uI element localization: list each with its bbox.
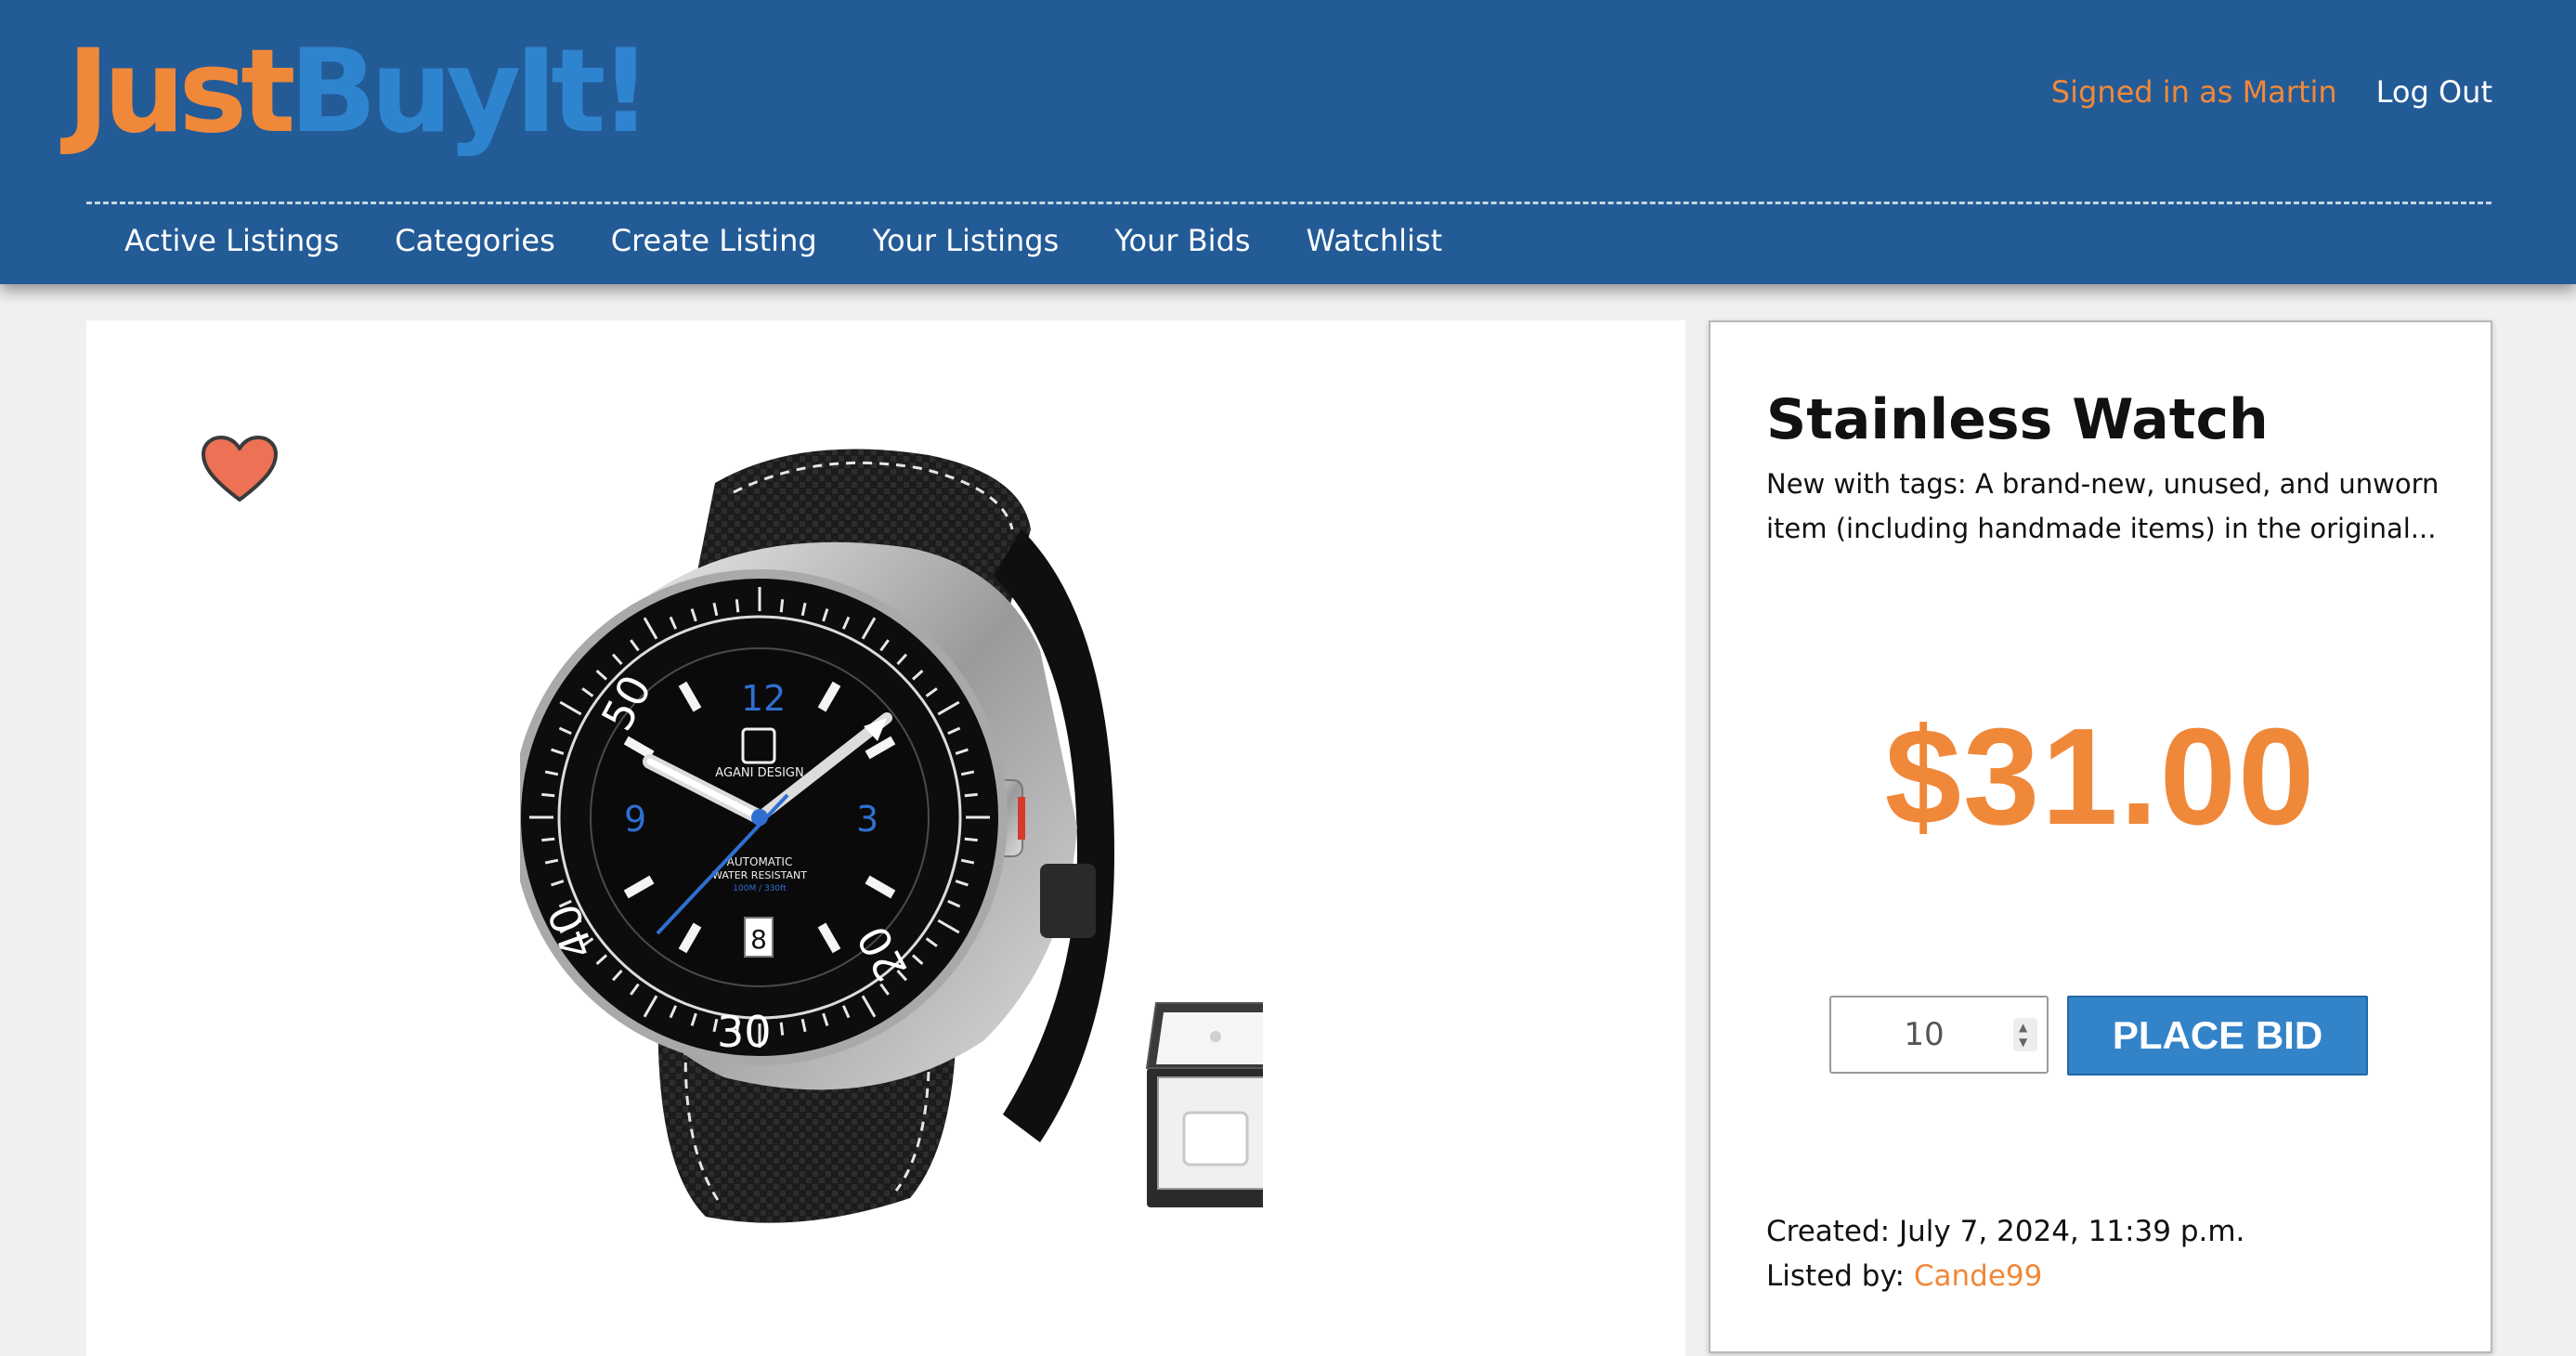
dial-date: 8 bbox=[750, 924, 767, 955]
spinner-up-icon[interactable]: ▲ bbox=[2019, 1021, 2032, 1034]
user-nav: Signed in as Martin Log Out bbox=[2051, 74, 2492, 110]
site-header: JustBuyIt! Signed in as Martin Log Out A… bbox=[0, 0, 2576, 284]
listing-meta: Created: July 7, 2024, 11:39 p.m. Listed… bbox=[1766, 1209, 2244, 1298]
dial-number-3: 3 bbox=[856, 799, 878, 840]
signed-in-text: Signed in as Martin bbox=[2050, 74, 2337, 110]
listing-details-card: Stainless Watch New with tags: A brand-n… bbox=[1709, 320, 2492, 1353]
created-line: Created: July 7, 2024, 11:39 p.m. bbox=[1766, 1209, 2244, 1254]
nav-your-bids[interactable]: Your Bids bbox=[1114, 223, 1250, 258]
nav-active-listings[interactable]: Active Listings bbox=[124, 223, 339, 258]
bid-form: 10 ▲ ▼ PLACE BID bbox=[1829, 996, 2368, 1076]
spinner-down-icon[interactable]: ▼ bbox=[2019, 1036, 2032, 1049]
created-label: Created: bbox=[1766, 1215, 1891, 1248]
bid-amount-input[interactable]: 10 ▲ ▼ bbox=[1829, 996, 2049, 1074]
listed-by-line: Listed by: Cande99 bbox=[1766, 1254, 2244, 1298]
listing-image: 50 40 30 20 12 3 9 AGANI DESIGN AUTOMATI… bbox=[512, 437, 1286, 1248]
nav-watchlist[interactable]: Watchlist bbox=[1307, 223, 1443, 258]
header-divider bbox=[86, 202, 2491, 204]
place-bid-button[interactable]: PLACE BID bbox=[2067, 996, 2368, 1076]
dial-automatic: AUTOMATIC bbox=[727, 855, 793, 868]
bezel-number-30: 30 bbox=[717, 1007, 772, 1057]
seller-link[interactable]: Cande99 bbox=[1914, 1259, 2043, 1293]
main-nav: Active Listings Categories Create Listin… bbox=[124, 223, 1442, 258]
listing-description: New with tags: A brand-new, unused, and … bbox=[1766, 468, 2439, 544]
dial-number-9: 9 bbox=[624, 799, 646, 840]
logo-part-buyit: BuyIt! bbox=[289, 25, 653, 159]
site-logo[interactable]: JustBuyIt! bbox=[67, 25, 653, 159]
dial-brand: AGANI DESIGN bbox=[715, 766, 803, 780]
listing-price: $31.00 bbox=[1884, 700, 2317, 854]
logo-part-just: Just bbox=[67, 25, 295, 159]
listed-by-label: Listed by: bbox=[1766, 1259, 1906, 1293]
listing-title: Stainless Watch bbox=[1766, 387, 2269, 452]
nav-categories[interactable]: Categories bbox=[395, 223, 554, 258]
bid-amount-value: 10 bbox=[1904, 1016, 1945, 1053]
logout-link[interactable]: Log Out bbox=[2376, 74, 2492, 110]
number-spinner[interactable]: ▲ ▼ bbox=[2013, 1018, 2037, 1051]
dial-water-resistant: WATER RESISTANT bbox=[712, 869, 807, 881]
dial-number-12: 12 bbox=[741, 678, 786, 719]
heart-icon[interactable] bbox=[201, 435, 279, 507]
nav-create-listing[interactable]: Create Listing bbox=[611, 223, 817, 258]
nav-your-listings[interactable]: Your Listings bbox=[873, 223, 1060, 258]
created-value: July 7, 2024, 11:39 p.m. bbox=[1899, 1215, 2245, 1248]
dial-depth: 100M / 330ft bbox=[733, 884, 787, 893]
